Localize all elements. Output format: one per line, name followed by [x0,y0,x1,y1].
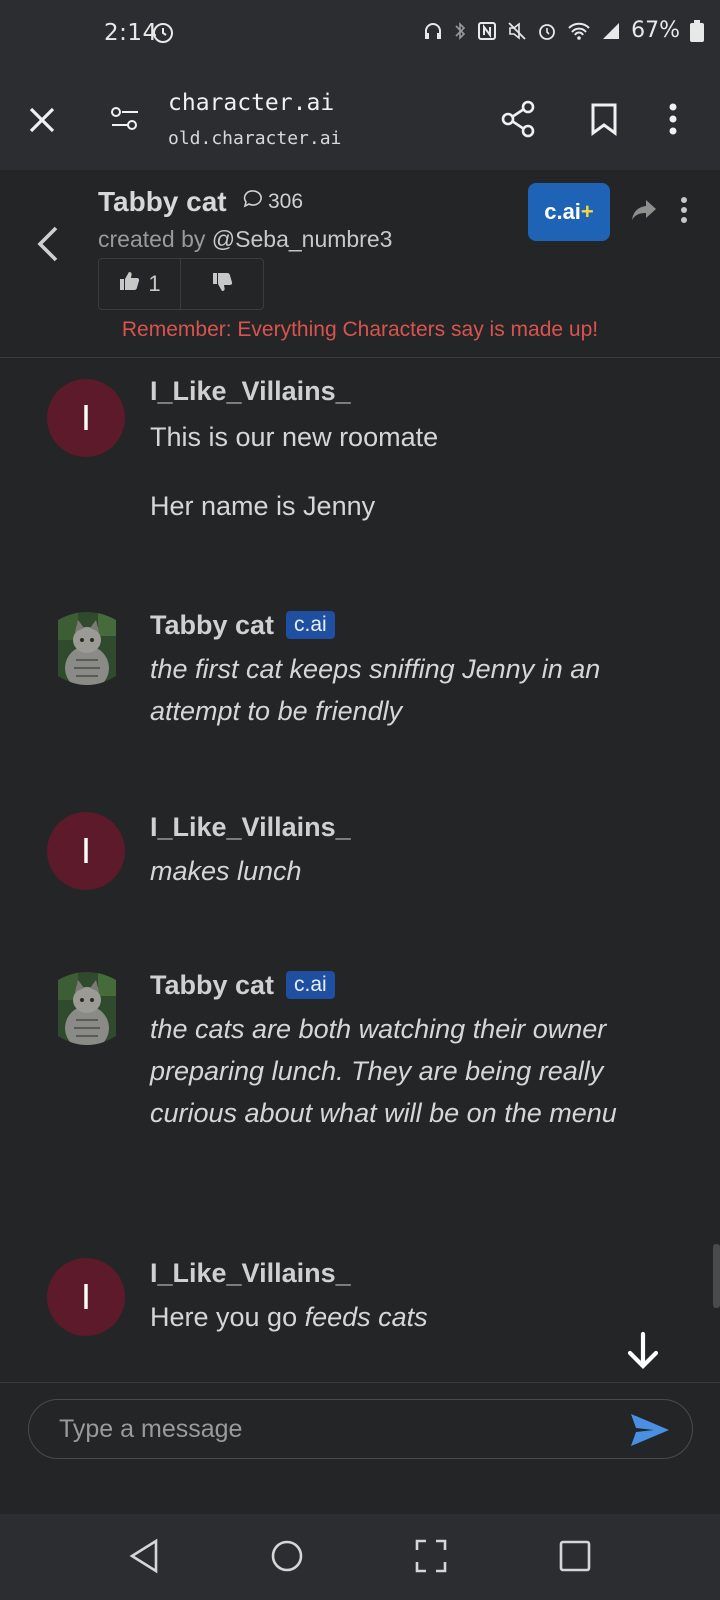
scroll-down-arrow-icon[interactable] [618,1326,668,1380]
battery-icon [690,19,704,42]
nfc-icon [477,21,497,41]
message-composer [0,1382,720,1514]
nav-back-icon[interactable] [128,1538,160,1578]
bookmark-icon[interactable] [590,102,618,140]
character-name: Tabby cat [98,186,227,217]
author-name: Tabby cat [150,610,275,640]
disclaimer-text: Remember: Everything Characters say is m… [121,318,599,341]
alarm-icon [537,21,557,41]
like-button[interactable]: 1 [99,259,181,309]
character-more-icon[interactable] [680,196,688,228]
message-text: This is our new roomate Her name is Jenn… [150,416,620,554]
creator-line: created by @Seba_numbre3 [98,226,392,253]
nav-recents-icon[interactable] [558,1538,592,1578]
cai-badge: c.ai [286,611,335,639]
chat-count: 306 [242,188,303,216]
message-author: I_Like_Villains_ [150,1258,351,1288]
headphones-icon [423,21,443,41]
clock-icon [152,22,174,48]
bluetooth-icon [453,21,467,41]
nav-screenshot-icon[interactable] [414,1538,448,1578]
back-chevron-icon[interactable] [36,224,60,268]
message-text: the first cat keeps sniffing Jenny in an… [150,654,601,726]
site-settings-icon[interactable] [110,106,140,136]
more-vertical-icon[interactable] [668,102,678,140]
cat-avatar[interactable] [58,610,116,688]
message-input-wrapper [28,1399,693,1459]
message-author: I_Like_Villains_ [150,812,351,842]
status-time: 2:14 [104,20,158,46]
thumbs-down-icon [211,271,233,297]
chat-bubble-icon [242,188,264,216]
share-icon[interactable] [500,100,536,142]
battery-percent: 67% [631,18,680,43]
cat-avatar[interactable] [58,970,116,1048]
close-icon[interactable] [26,104,58,136]
share-arrow-icon[interactable] [630,198,658,226]
cai-plus-sign: + [580,199,594,224]
message-plain-text: Here you go [150,1302,298,1332]
user-avatar[interactable]: I [47,379,125,457]
browser-url[interactable]: old.character.ai [168,128,341,149]
browser-toolbar: character.ai old.character.ai [0,72,720,170]
message-author: Tabby cat c.ai [150,610,335,641]
message-italic-text: feeds cats [304,1302,428,1332]
status-bar: 2:14 67% [0,0,720,72]
wifi-icon [567,21,591,41]
like-count: 1 [148,271,161,296]
message-text: Here you go feeds cats [150,1296,620,1338]
user-avatar[interactable]: I [47,1258,125,1336]
message-author: I_Like_Villains_ [150,376,351,406]
chat-count-value: 306 [268,190,304,213]
status-icons: 67% [423,18,704,43]
cai-plus-button[interactable]: c.ai + [528,183,610,241]
mute-icon [507,21,527,41]
send-icon[interactable] [629,1412,671,1452]
scrollbar-thumb[interactable] [713,1244,720,1308]
message-line: This is our new roomate [150,422,439,452]
browser-page-title: character.ai [168,90,335,116]
message-input[interactable] [59,1400,599,1458]
thumbs-up-icon [118,270,140,298]
signal-icon [601,21,621,41]
system-nav-bar [0,1514,720,1600]
created-by-label: created by [98,226,206,252]
message-line: Her name is Jenny [150,491,376,521]
vote-group: 1 [98,258,264,310]
creator-handle[interactable]: @Seba_numbre3 [212,226,393,252]
dislike-button[interactable] [181,259,263,309]
nav-home-icon[interactable] [270,1538,304,1578]
message-text: the cats are both watching their owner p… [150,1014,617,1128]
character-header: Tabby cat 306 created by @Seba_numbre3 1… [0,170,720,358]
message-author: Tabby cat c.ai [150,970,335,1001]
message-text: makes lunch [150,856,302,886]
cai-badge: c.ai [286,971,335,999]
author-name: Tabby cat [150,970,275,1000]
cai-plus-label: c.ai [544,199,581,224]
user-avatar[interactable]: I [47,812,125,890]
